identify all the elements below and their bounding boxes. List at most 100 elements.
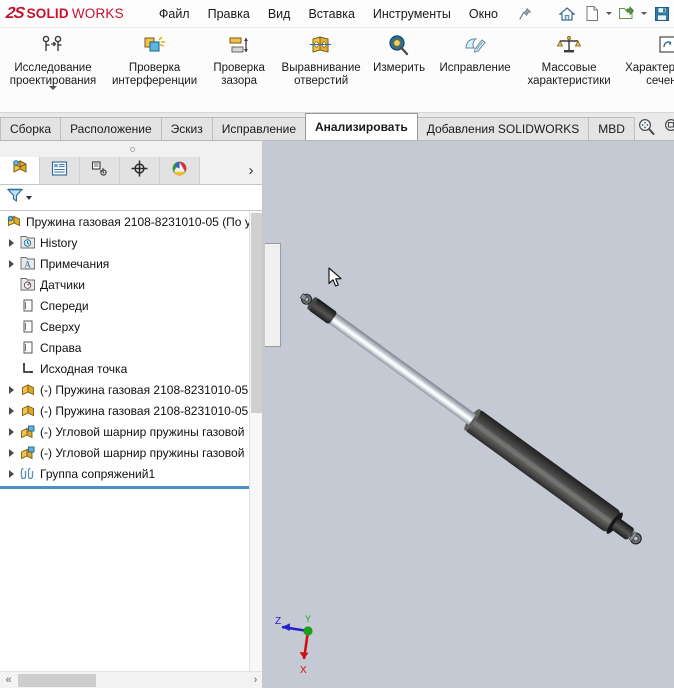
save-icon[interactable] [650, 2, 674, 26]
tree-item-angular-joint-2[interactable]: (-) Угловой шарнир пружины газовой [0, 442, 264, 463]
tree-item-top-plane-label: Сверху [40, 319, 81, 334]
expander-mate-group[interactable] [4, 469, 18, 478]
tab-markup[interactable]: Исправление [211, 117, 306, 140]
home-icon[interactable] [555, 2, 579, 26]
panel-tabs-more-button[interactable]: › [238, 157, 264, 184]
tree-filter-bar[interactable] [0, 185, 264, 211]
display-manager-icon [170, 159, 189, 183]
panel-tab-property-manager[interactable] [40, 157, 80, 184]
rollback-bar[interactable] [0, 486, 264, 489]
open-dropdown-arrow[interactable] [640, 2, 649, 26]
cmd-design-study-label: Исследование проектирования [9, 62, 97, 87]
tree-item-annotations-label: Примечания [40, 256, 110, 271]
cmd-markup[interactable]: Исправление [431, 28, 519, 75]
cmd-hole-alignment[interactable]: Выравнивание отверстий [275, 28, 367, 88]
new-document-icon[interactable] [580, 2, 604, 26]
pin-icon[interactable] [515, 4, 535, 24]
interference-check-icon [142, 33, 168, 59]
cmd-hole-alignment-label: Выравнивание отверстий [281, 62, 361, 87]
tree-item-part-gas-spring-2[interactable]: (-) Пружина газовая 2108-8231010-05 (ι [0, 400, 264, 421]
ribbon-group-design-study: Исследование проектирования [0, 28, 106, 113]
part-icon [18, 382, 38, 398]
graphics-viewport[interactable]: Z X Y [264, 141, 674, 688]
property-manager-icon [50, 159, 69, 183]
panel-grip-handle[interactable] [0, 141, 264, 157]
filter-icon[interactable] [6, 186, 24, 209]
tree-item-sensors[interactable]: Датчики [0, 274, 264, 295]
panel-tab-configuration-manager[interactable] [80, 157, 120, 184]
menu-insert[interactable]: Вставка [299, 3, 363, 25]
tree-root-assembly-label: Пружина газовая 2108-8231010-05 (По умс [26, 214, 264, 229]
feature-tree: Пружина газовая 2108-8231010-05 (По умс … [0, 211, 264, 671]
panel-tab-display-manager[interactable] [160, 157, 200, 184]
tree-item-history-label: History [40, 235, 78, 250]
ribbon-group-analysis: Проверка интерференции Проверка зазора В… [106, 28, 367, 113]
menu-edit[interactable]: Правка [199, 3, 259, 25]
expander-history[interactable] [4, 238, 18, 247]
tree-item-part-gas-spring-1[interactable]: (-) Пружина газовая 2108-8231010-05 (ι [0, 379, 264, 400]
new-document-dropdown-arrow[interactable] [605, 2, 614, 26]
tab-layout[interactable]: Расположение [60, 117, 162, 140]
expander-annotations[interactable] [4, 259, 18, 268]
tab-assembly[interactable]: Сборка [0, 117, 62, 140]
cmd-clearance-label: Проверка зазора [213, 62, 265, 87]
section-properties-icon [655, 33, 674, 59]
cmd-mass-properties[interactable]: Массовые характеристики [519, 28, 619, 88]
expander-joint-1[interactable] [4, 427, 18, 436]
grip-dot [129, 146, 135, 152]
tree-horizontal-scrollbar[interactable]: « › [0, 671, 264, 688]
cmd-measure-label: Измерить [373, 62, 426, 74]
tree-item-origin[interactable]: Исходная точка [0, 358, 264, 379]
zoom-area-icon[interactable] [660, 115, 674, 139]
panel-tab-dimxpert-manager[interactable] [120, 157, 160, 184]
feature-manager-panel: › Пружина газовая 2108-8231010-05 (По ум… [0, 141, 264, 688]
cmd-design-study[interactable]: Исследование проектирования [0, 28, 106, 108]
tree-item-angular-joint-1[interactable]: (-) Угловой шарнир пружины газовой [0, 421, 264, 442]
cmd-section-properties-label: Характеристики сечения [625, 62, 674, 87]
tree-item-history[interactable]: History [0, 232, 264, 253]
tree-item-mate-group-1[interactable]: Группа сопряжений1 [0, 463, 264, 484]
panel-tab-strip: › [0, 157, 264, 185]
cmd-section-properties[interactable]: Характеристики сечения [619, 28, 674, 88]
subassembly-icon [18, 445, 38, 461]
menu-window[interactable]: Окно [460, 3, 507, 25]
expander-part-1[interactable] [4, 385, 18, 394]
menu-file[interactable]: Файл [150, 3, 199, 25]
cmd-design-study-dropdown[interactable] [49, 86, 57, 108]
cmd-clearance-verification[interactable]: Проверка зазора [203, 28, 275, 88]
scroll-left-button[interactable]: « [0, 672, 17, 688]
tree-item-annotations[interactable]: A Примечания [0, 253, 264, 274]
configuration-manager-icon [90, 159, 109, 183]
tree-item-top-plane[interactable]: Сверху [0, 316, 264, 337]
tree-item-sensors-label: Датчики [40, 277, 85, 292]
cmd-interference-detection[interactable]: Проверка интерференции [106, 28, 203, 88]
tree-item-right-plane[interactable]: Справа [0, 337, 264, 358]
assembly-icon [4, 214, 24, 230]
solidworks-logo: 2S SOLID WORKS [5, 5, 124, 23]
open-folder-icon[interactable] [615, 2, 639, 26]
tab-addins[interactable]: Добавления SOLIDWORKS [416, 117, 590, 140]
subassembly-icon [18, 424, 38, 440]
mouse-pointer [328, 267, 344, 294]
panel-tab-feature-manager[interactable] [0, 157, 40, 184]
tree-root-assembly[interactable]: Пружина газовая 2108-8231010-05 (По умс [0, 211, 264, 232]
logo-works-text: WORKS [71, 6, 124, 21]
zoom-to-fit-icon[interactable] [634, 115, 658, 139]
cmd-markup-label: Исправление [439, 62, 511, 74]
tree-flyout-stub[interactable] [265, 243, 281, 347]
expander-joint-2[interactable] [4, 448, 18, 457]
cmd-measure[interactable]: Измерить [367, 28, 431, 75]
tree-horizontal-scroll-thumb[interactable] [18, 673, 96, 687]
filter-dropdown-arrow[interactable] [26, 195, 32, 200]
annotations-icon: A [18, 256, 38, 271]
expander-part-2[interactable] [4, 406, 18, 415]
menu-tools[interactable]: Инструменты [364, 3, 460, 25]
tab-evaluate[interactable]: Анализировать [305, 113, 418, 140]
tab-mbd[interactable]: MBD [588, 117, 635, 140]
menu-view[interactable]: Вид [259, 3, 300, 25]
cmd-interference-label: Проверка интерференции [112, 62, 198, 87]
tree-item-front-plane[interactable]: Спереди [0, 295, 264, 316]
tab-sketch[interactable]: Эскиз [160, 117, 213, 140]
tree-item-origin-label: Исходная точка [40, 361, 128, 376]
measure-icon [386, 33, 412, 59]
